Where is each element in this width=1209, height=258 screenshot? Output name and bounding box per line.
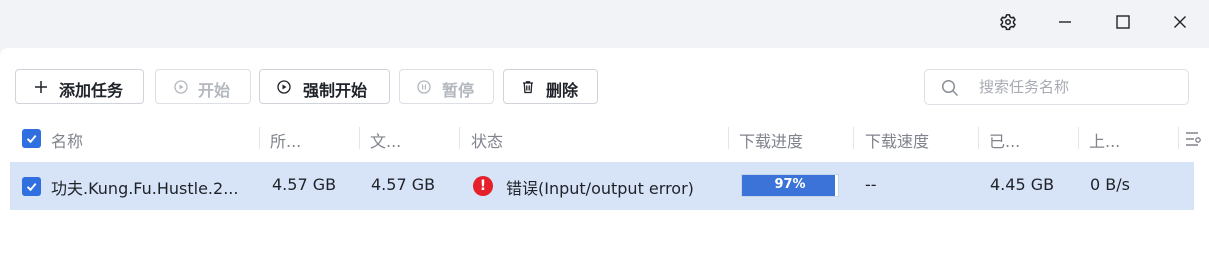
task-file-size: 4.57 GB [371, 175, 436, 194]
search-icon [941, 79, 959, 97]
column-downloaded[interactable]: 已... [989, 128, 1020, 152]
minimize-icon [1059, 21, 1071, 23]
task-downloaded: 4.45 GB [990, 175, 1055, 194]
start-button[interactable]: 开始 [155, 69, 251, 104]
task-upload-speed: 0 B/s [1090, 175, 1130, 194]
select-all-checkbox[interactable] [22, 129, 41, 148]
column-separator[interactable] [853, 127, 854, 149]
play-circle-icon [277, 80, 291, 94]
task-size: 4.57 GB [272, 175, 337, 194]
column-separator[interactable] [259, 127, 260, 149]
progress-label: 97% [774, 177, 806, 192]
row-checkbox[interactable] [22, 177, 41, 196]
column-file-size[interactable]: 文... [370, 128, 401, 152]
delete-label: 删除 [546, 81, 579, 100]
gear-icon [1000, 14, 1016, 31]
column-separator[interactable] [978, 127, 979, 149]
trash-icon [523, 81, 533, 94]
search-input[interactable] [979, 76, 1179, 98]
checkmark-icon [26, 134, 37, 144]
column-name[interactable]: 名称 [51, 128, 83, 152]
add-task-label: 添加任务 [59, 81, 124, 100]
table-header: 名称 所... 文... 状态 下载进度 下载速度 已... 上... [10, 119, 1209, 159]
plus-icon [35, 81, 47, 93]
maximize-button[interactable] [1105, 4, 1141, 40]
column-status[interactable]: 状态 [471, 128, 503, 152]
pause-label: 暂停 [442, 81, 475, 100]
error-icon: ! [473, 176, 493, 196]
task-name: 功夫.Kung.Fu.Hustle.2... [51, 179, 239, 198]
column-settings-icon[interactable] [1185, 131, 1203, 147]
column-upload-speed[interactable]: 上... [1089, 128, 1120, 152]
column-size[interactable]: 所... [270, 128, 301, 152]
settings-button[interactable] [990, 4, 1026, 40]
pause-button[interactable]: 暂停 [399, 69, 494, 104]
maximize-icon [1116, 15, 1130, 29]
checkmark-icon [26, 182, 37, 192]
minimize-button[interactable] [1047, 4, 1083, 40]
column-separator[interactable] [728, 127, 729, 149]
force-start-label: 强制开始 [303, 81, 368, 100]
start-label: 开始 [198, 81, 231, 100]
play-circle-icon [174, 80, 188, 94]
column-progress[interactable]: 下载进度 [739, 128, 803, 152]
table-row[interactable]: 功夫.Kung.Fu.Hustle.2... 4.57 GB 4.57 GB !… [10, 162, 1194, 210]
title-bar [0, 0, 1209, 48]
task-speed: -- [865, 175, 877, 194]
add-task-button[interactable]: 添加任务 [15, 69, 144, 104]
force-start-button[interactable]: 强制开始 [259, 69, 390, 104]
pause-circle-icon [417, 80, 431, 94]
column-speed[interactable]: 下载速度 [865, 128, 929, 152]
delete-button[interactable]: 删除 [503, 69, 598, 104]
progress-bar: 97% [741, 174, 839, 197]
column-separator[interactable] [1178, 127, 1179, 149]
search-box [924, 69, 1189, 105]
close-button[interactable] [1162, 4, 1198, 40]
task-status: 错误(Input/output error) [506, 179, 694, 198]
column-separator[interactable] [1078, 127, 1079, 149]
column-separator[interactable] [359, 127, 360, 149]
column-separator[interactable] [459, 127, 460, 149]
close-icon [1174, 16, 1186, 28]
